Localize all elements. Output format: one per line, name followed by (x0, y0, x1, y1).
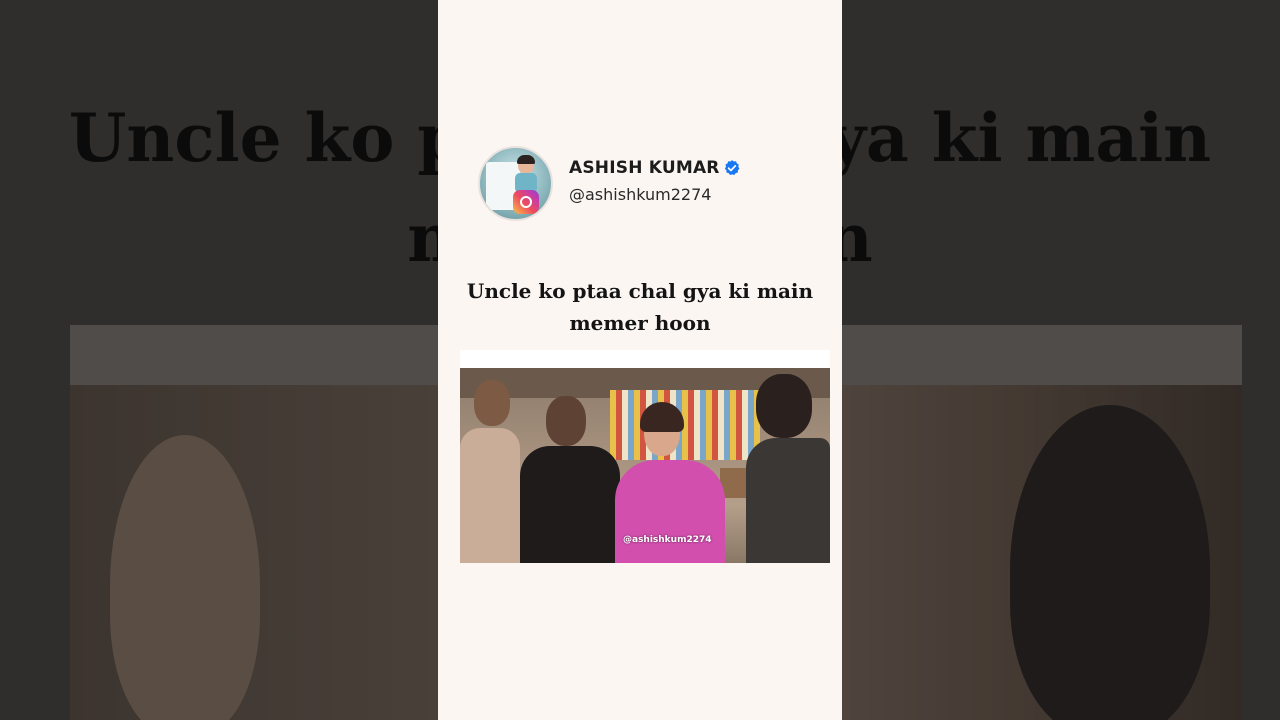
scene-man-left-head (474, 380, 510, 426)
scene-man-left-body (460, 428, 520, 563)
verified-badge-icon (723, 159, 741, 177)
scene-woman-body (615, 460, 725, 563)
post-caption: Uncle ko ptaa chal gya ki main memer hoo… (438, 275, 842, 339)
author-name-row: ASHISH KUMAR (569, 158, 741, 178)
scene-man-black-body (520, 446, 620, 563)
caption-line1: Uncle ko ptaa chal gya ki main (466, 279, 814, 303)
scene-man-right-head (756, 374, 812, 438)
avatar-figure-hair (517, 155, 535, 164)
media-top-strip (460, 350, 830, 368)
author-name[interactable]: ASHISH KUMAR (569, 158, 720, 178)
scene-hanging-garlands (610, 390, 760, 460)
video-watermark: @ashishkum2274 (623, 535, 712, 545)
video-frame[interactable]: @ashishkum2274 (460, 368, 830, 563)
instagram-icon (513, 190, 539, 214)
post-panel: ASHISH KUMAR @ashishkum2274 Uncle ko pta… (438, 0, 842, 720)
caption-line2: memer hoon (569, 311, 711, 335)
scene-man-black-head (546, 396, 586, 446)
author-handle[interactable]: @ashishkum2274 (569, 185, 711, 204)
scene-man-right-body (746, 438, 830, 563)
avatar-icon[interactable] (478, 146, 553, 221)
